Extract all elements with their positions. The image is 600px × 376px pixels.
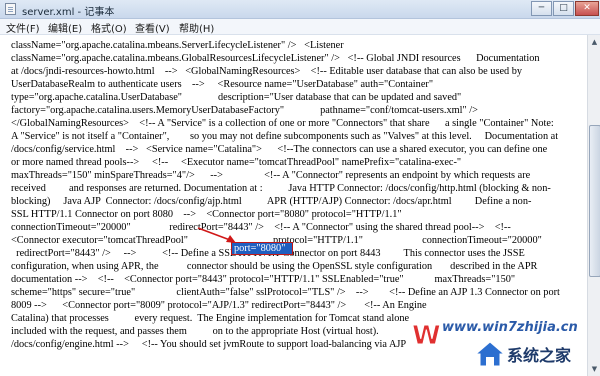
text-line: included with the request, and passes th… (11, 326, 379, 337)
text-line: or more named thread pools--> <!-- <Exec… (11, 157, 462, 168)
minimize-button[interactable]: ─ (531, 1, 552, 16)
title-bar[interactable]: server.xml - 记事本 ─ □ ✕ (0, 0, 600, 19)
maximize-button[interactable]: □ (553, 1, 574, 16)
text-line: factory="org.apache.catalina.users.Memor… (11, 105, 478, 116)
text-line: Catalina) that processes every request. … (11, 313, 410, 324)
menu-format[interactable]: 格式(O) (91, 20, 127, 35)
text-line: connectionTimeout="20000" redirectPort="… (11, 222, 511, 233)
text-line: /docs/config/service.html --> <Service n… (11, 144, 548, 155)
text-line: at /docs/jndi-resources-howto.html --> <… (11, 66, 523, 77)
selected-port-text[interactable]: port="8080" (231, 242, 293, 255)
text-line: documentation --> <!-- <Connector port="… (11, 274, 516, 285)
text-line: A "Service" is not itself a "Container",… (11, 131, 559, 142)
close-button[interactable]: ✕ (575, 1, 599, 16)
vertical-scrollbar[interactable]: ▲ ▼ (587, 35, 600, 376)
watermark-brand: 系统之家 (507, 346, 572, 365)
text-line: </GlobalNamingResources> <!-- A "Service… (11, 118, 554, 129)
text-line: scheme="https" secure="true" clientAuth=… (11, 287, 560, 298)
text-line: configuration, when using APR, the conne… (11, 261, 538, 272)
menu-help[interactable]: 帮助(H) (179, 20, 214, 35)
scroll-up-arrow-icon[interactable]: ▲ (589, 36, 600, 48)
text-line: maxThreads="150" minSpareThreads="4"/> -… (11, 170, 531, 181)
text-line: /docs/config/engine.html --> <!-- You sh… (11, 339, 407, 350)
text-line: className="org.apache.catalina.mbeans.Gl… (11, 53, 540, 64)
text-line: 8009 --> <Connector port="8009" protocol… (11, 300, 427, 311)
text-line: SSL HTTP/1.1 Connector on port 8080 --> … (11, 209, 402, 220)
text-line: UserDatabaseRealm to authenticate users … (11, 79, 434, 90)
watermark-url: www.win7zhijia.cn (442, 320, 578, 335)
menu-view[interactable]: 查看(V) (135, 20, 170, 35)
notepad-window: server.xml - 记事本 ─ □ ✕ 文件(F) 编辑(E) 格式(O)… (0, 0, 600, 376)
scrollbar-thumb[interactable] (589, 125, 600, 277)
text-line: received and responses are returned. Doc… (11, 183, 551, 194)
svg-text:W: W (412, 321, 441, 350)
text-line: className="org.apache.catalina.mbeans.Se… (11, 40, 344, 51)
menu-bar: 文件(F) 编辑(E) 格式(O) 查看(V) 帮助(H) (0, 19, 600, 35)
menu-edit[interactable]: 编辑(E) (48, 20, 82, 35)
window-title: server.xml - 记事本 (22, 7, 115, 18)
text-line: blocking) Java AJP Connector: /docs/conf… (11, 196, 532, 207)
notepad-icon (5, 3, 16, 15)
menu-file[interactable]: 文件(F) (6, 20, 40, 35)
scroll-down-arrow-icon[interactable]: ▼ (589, 363, 600, 375)
text-line: type="org.apache.catalina.UserDatabase" … (11, 92, 462, 103)
annotation-arrow-icon (197, 227, 236, 243)
